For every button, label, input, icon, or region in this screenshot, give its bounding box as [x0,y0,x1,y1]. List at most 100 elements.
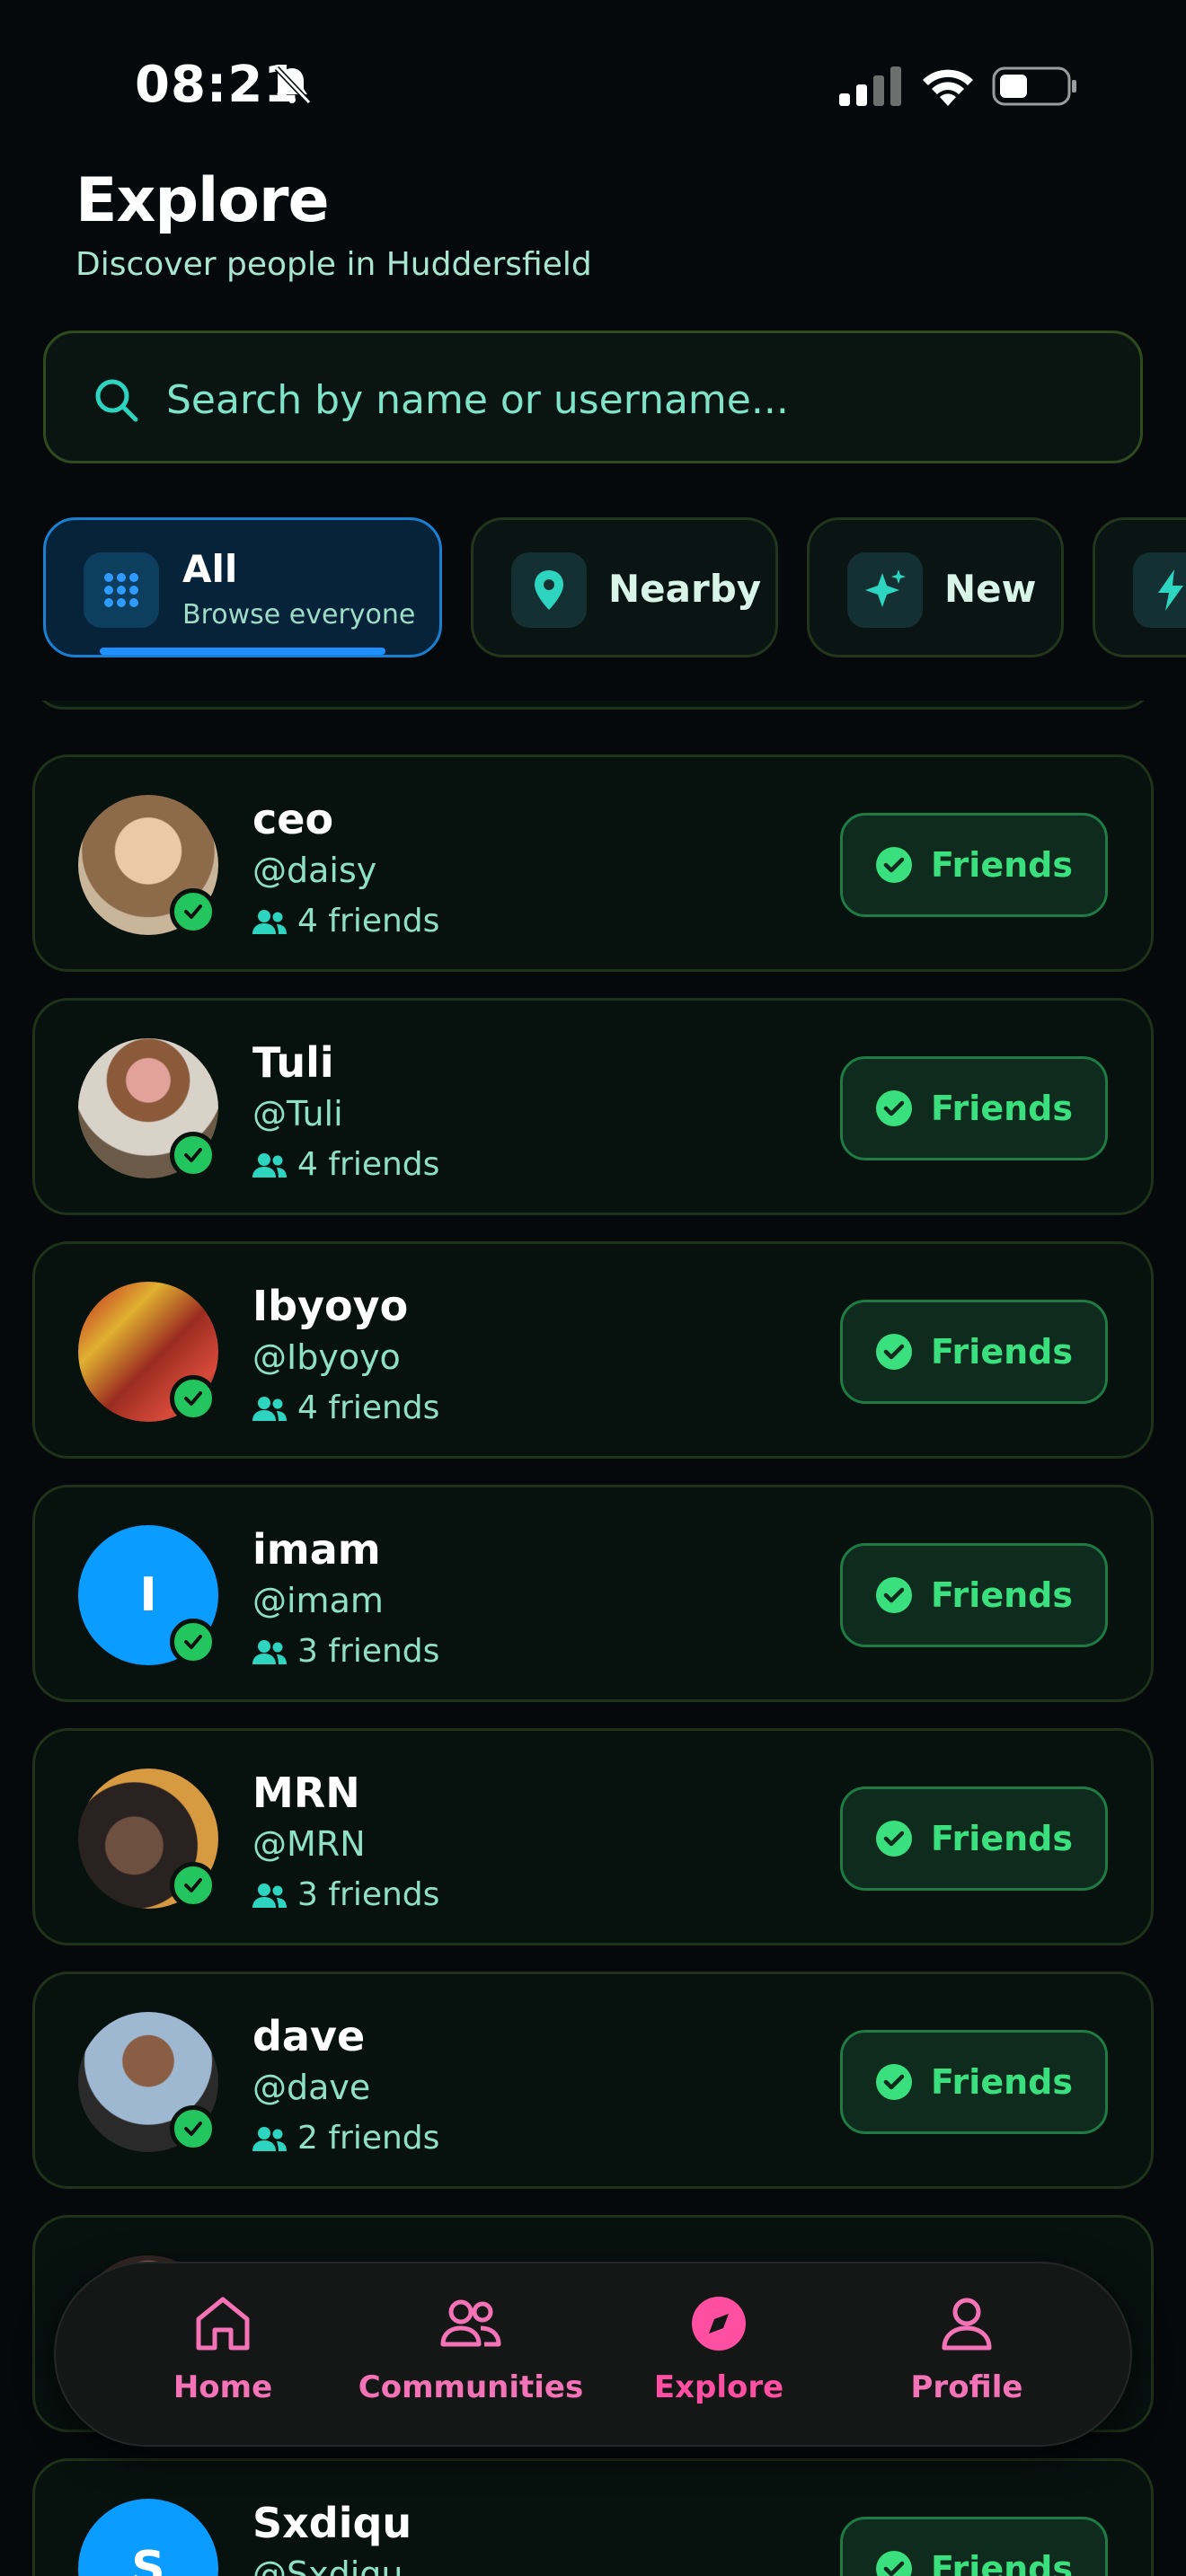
friends-count: 4 friends [297,1146,440,1183]
friends-button-label: Friends [931,1575,1073,1615]
check-circle-icon [876,847,913,883]
friends-count: 4 friends [297,1389,440,1426]
grid-icon [84,552,159,628]
user-handle: @dave [252,2068,371,2107]
online-check-icon [170,1375,217,1422]
filter-tab-all[interactable]: All Browse everyone [43,517,442,657]
friends-button[interactable]: Friends [840,2517,1108,2576]
home-icon [196,2297,250,2351]
user-handle: @daisy [252,851,377,890]
list-item[interactable]: ceo @daisy 4 friends Friends [32,754,1154,972]
check-circle-icon [876,1821,913,1857]
cellular-signal-icon [839,66,901,106]
online-check-icon [170,1132,217,1178]
friends-button[interactable]: Friends [840,1056,1108,1160]
online-check-icon [170,1619,217,1665]
friends-button-label: Friends [931,2549,1073,2576]
friends-button[interactable]: Friends [840,2030,1108,2134]
compass-icon [692,2297,746,2351]
avatar[interactable]: S [78,2499,218,2576]
friends-count-row: 2 friends [252,2120,439,2157]
people-icon [252,1639,287,1664]
wifi-icon [923,69,973,106]
nav-explore[interactable]: Explore [602,2290,836,2425]
friends-count: 2 friends [297,2120,440,2157]
nav-explore-label: Explore [653,2369,784,2405]
filter-tab-all-label: All [182,547,238,591]
filter-tab-new-label: New [944,567,1037,611]
friends-count-row: 4 friends [252,1146,439,1183]
friends-button-label: Friends [931,845,1073,885]
check-circle-icon [876,1334,913,1370]
friends-button[interactable]: Friends [840,1543,1108,1647]
user-icon [942,2298,992,2351]
people-icon [252,909,287,934]
check-circle-icon [876,2551,913,2576]
filter-tabs: All Browse everyone Nearby New [0,517,1186,661]
friends-button-label: Friends [931,1332,1073,1372]
nav-communities-label: Communities [358,2369,584,2405]
user-handle: @imam [252,1581,384,1620]
user-name: ceo [252,795,334,843]
user-name: Tuli [252,1038,334,1087]
search-input[interactable] [166,366,1101,434]
filter-tab-all-sublabel: Browse everyone [182,599,416,631]
battery-icon [992,66,1076,106]
friends-button[interactable]: Friends [840,1786,1108,1891]
user-handle: @Sxdiqu [252,2554,403,2576]
active-tab-indicator [100,648,385,655]
list-item [32,701,1154,710]
filter-tab-trending[interactable] [1093,517,1186,657]
user-name: MRN [252,1769,360,1817]
page-subtitle: Discover people in Huddersfield [75,246,592,283]
nav-communities[interactable]: Communities [354,2290,588,2425]
filter-tab-new[interactable]: New [807,517,1064,657]
user-name: Sxdiqu [252,2499,412,2547]
explore-screen: 08:21 Explore Discover people in Hudders… [0,0,1186,2576]
user-name: dave [252,2012,366,2060]
user-handle: @MRN [252,1824,366,1864]
people-icon [252,1396,287,1421]
friends-count: 3 friends [297,1876,440,1913]
list-item[interactable]: dave @dave 2 friends Friends [32,1972,1154,2189]
filter-tab-nearby[interactable]: Nearby [471,517,778,657]
bottom-nav: Home Communities Explore Profile [54,2262,1132,2447]
nav-home-label: Home [173,2369,273,2405]
friends-count-row: 4 friends [252,903,439,940]
friends-count-row: 3 friends [252,1633,439,1670]
filter-tab-nearby-label: Nearby [608,567,762,611]
check-circle-icon [876,1577,913,1613]
list-item[interactable]: I imam @imam 3 friends Friends [32,1485,1154,1702]
friends-button[interactable]: Friends [840,813,1108,917]
search-box[interactable] [43,331,1143,463]
map-pin-icon [511,552,587,628]
friends-count-row: 3 friends [252,1876,439,1913]
user-name: imam [252,1525,381,1574]
nav-profile-label: Profile [910,2369,1023,2405]
bolt-icon [1133,552,1186,628]
nav-profile[interactable]: Profile [850,2290,1084,2425]
status-bar: 08:21 [0,0,1186,171]
friends-count: 3 friends [297,1633,440,1670]
list-item[interactable]: Ibyoyo @Ibyoyo 4 friends Friends [32,1241,1154,1459]
friends-button[interactable]: Friends [840,1300,1108,1404]
users-icon [440,2299,501,2347]
bell-muted-icon [274,66,312,105]
online-check-icon [170,1862,217,1909]
sparkles-icon [847,552,923,628]
people-icon [252,2126,287,2151]
user-handle: @Ibyoyo [252,1337,401,1377]
page-title: Explore [75,165,330,236]
check-circle-icon [876,1090,913,1126]
list-item[interactable]: MRN @MRN 3 friends Friends [32,1728,1154,1945]
people-icon [252,1152,287,1178]
user-name: Ibyoyo [252,1282,409,1330]
nav-home[interactable]: Home [106,2290,340,2425]
list-item[interactable]: S Sxdiqu @Sxdiqu Friends [32,2458,1154,2576]
friends-button-label: Friends [931,1819,1073,1858]
list-item[interactable]: Tuli @Tuli 4 friends Friends [32,998,1154,1215]
user-handle: @Tuli [252,1094,343,1134]
online-check-icon [170,2105,217,2152]
check-circle-icon [876,2064,913,2100]
friends-count-row: 4 friends [252,1389,439,1426]
